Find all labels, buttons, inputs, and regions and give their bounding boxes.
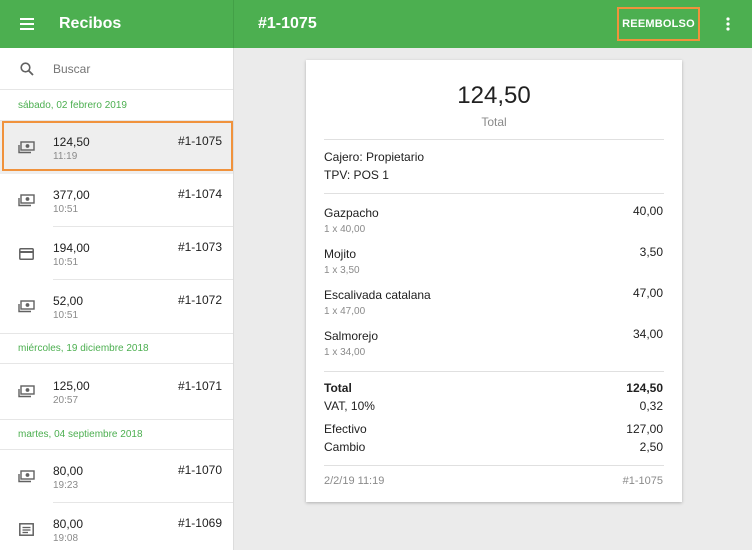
search-icon: [0, 61, 53, 76]
cash-icon: [0, 300, 53, 313]
receipt-time: 10:51: [53, 256, 79, 268]
receipt-number: #1-1075: [177, 134, 222, 148]
cash-icon: [0, 470, 53, 483]
line-item-qty: 1 x 47,00: [324, 306, 366, 317]
list-toolbar: Recibos: [0, 0, 234, 48]
more-vert-icon: [726, 17, 730, 31]
date-header: martes, 04 septiembre 2018: [0, 419, 233, 450]
menu-button[interactable]: [0, 0, 54, 48]
summary-total-label: Total: [324, 381, 352, 395]
receipt-number: #1-1069: [177, 516, 222, 530]
receipt-item-1-1071[interactable]: 125,00 20:57 #1-1071: [0, 364, 233, 419]
divider: [324, 371, 664, 372]
cash-label: Efectivo: [324, 422, 367, 436]
receipt-time: 20:57: [53, 394, 79, 406]
line-item-name: Gazpacho: [324, 206, 379, 220]
receipt-item-1-1072[interactable]: 52,00 10:51 #1-1072: [0, 280, 233, 333]
receipt-number: #1-1071: [177, 379, 222, 393]
line-item-name: Salmorejo: [324, 329, 379, 343]
search-bar: [0, 48, 233, 90]
detail-toolbar: #1-1075 REEMBOLSO: [234, 0, 752, 48]
divider: [324, 139, 664, 140]
cashier-label: Cajero: Propietario: [324, 150, 425, 164]
receipt-time: 10:51: [53, 309, 79, 321]
line-item-amount: 47,00: [632, 286, 663, 300]
refund-button[interactable]: REEMBOLSO: [617, 7, 700, 41]
receipt-footer-date: 2/2/19 11:19: [324, 475, 385, 487]
receipt-footer-number: #1-1075: [622, 475, 663, 487]
receipt-time: 10:51: [53, 203, 79, 215]
receipt-number: #1-1074: [177, 187, 222, 201]
receipts-list: sábado, 02 febrero 2019 124,50 11:19 #1-…: [0, 48, 234, 550]
receipt-time: 19:08: [53, 532, 79, 544]
app-bar: Recibos #1-1075 REEMBOLSO: [0, 0, 752, 48]
receipt-title: #1-1075: [258, 15, 317, 32]
receipt-card: 124,50 Total Cajero: Propietario TPV: PO…: [306, 60, 682, 502]
receipt-number: #1-1070: [177, 463, 222, 477]
receipt-total-amount: 124,50: [457, 82, 531, 109]
receipt-icon: [0, 523, 53, 536]
cash-icon: [0, 385, 53, 398]
receipt-item-1-1069[interactable]: 80,00 19:08 #1-1069: [0, 503, 233, 550]
line-item-amount: 40,00: [632, 204, 663, 218]
date-header: sábado, 02 febrero 2019: [0, 90, 233, 121]
line-item-qty: 1 x 40,00: [324, 224, 366, 235]
pos-label: TPV: POS 1: [324, 168, 389, 182]
receipt-number: #1-1072: [177, 293, 222, 307]
line-item-amount: 34,00: [632, 327, 663, 341]
change-label: Cambio: [324, 440, 366, 454]
line-item-amount: 3,50: [639, 245, 663, 259]
card-icon: [0, 247, 53, 260]
receipt-total-label: Total: [481, 115, 507, 129]
line-item-qty: 1 x 34,00: [324, 347, 366, 358]
cash-icon: [0, 194, 53, 207]
cash-value: 127,00: [626, 422, 663, 436]
search-input[interactable]: [53, 61, 213, 76]
more-options-button[interactable]: [718, 14, 738, 34]
receipt-item-1-1074[interactable]: 377,00 10:51 #1-1074: [0, 174, 233, 227]
receipt-item-1-1070[interactable]: 80,00 19:23 #1-1070: [0, 450, 233, 503]
divider: [324, 193, 664, 194]
receipt-item-1-1075[interactable]: 124,50 11:19 #1-1075: [0, 121, 233, 174]
hamburger-icon: [20, 18, 34, 30]
change-value: 2,50: [639, 440, 663, 454]
receipt-time: 19:23: [53, 479, 79, 491]
receipt-number: #1-1073: [177, 240, 222, 254]
vat-value: 0,32: [639, 399, 663, 413]
line-item-qty: 1 x 3,50: [324, 265, 360, 276]
divider: [324, 465, 664, 466]
vat-label: VAT, 10%: [324, 399, 375, 413]
date-header: miércoles, 19 diciembre 2018: [0, 333, 233, 364]
line-item-name: Escalivada catalana: [324, 288, 431, 302]
line-item-name: Mojito: [324, 247, 357, 261]
app-title: Recibos: [59, 15, 122, 32]
receipt-item-1-1073[interactable]: 194,00 10:51 #1-1073: [0, 227, 233, 280]
summary-total-value: 124,50: [626, 381, 663, 395]
